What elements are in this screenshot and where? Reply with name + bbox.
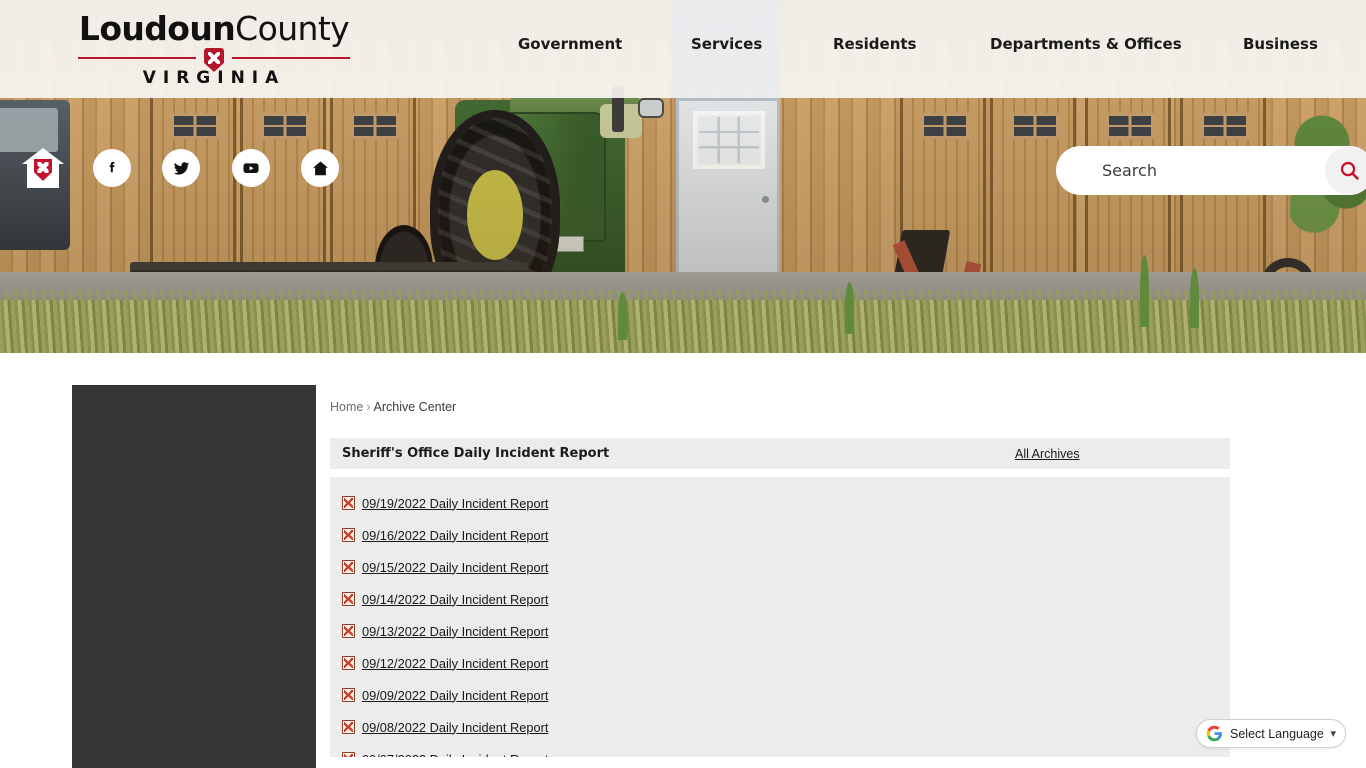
google-g-icon xyxy=(1206,725,1222,742)
social-link-youtube[interactable] xyxy=(232,149,270,187)
document-link[interactable]: 09/16/2022 Daily Incident Report xyxy=(362,528,548,543)
main-column: Home › Archive Center Sheriff's Office Dai… xyxy=(330,353,1246,757)
social-link-twitter[interactable] xyxy=(162,149,200,187)
page-content: Home › Archive Center Sheriff's Office Dai… xyxy=(0,353,1366,768)
pdf-icon xyxy=(342,528,355,542)
page-root: LoudounCounty VIRGINIA Government Servic… xyxy=(0,0,1366,768)
breadcrumb-separator: › xyxy=(366,400,371,414)
pdf-icon xyxy=(342,560,355,574)
youtube-icon[interactable] xyxy=(232,149,270,187)
left-sidebar-panel xyxy=(72,385,316,768)
list-item[interactable]: 09/15/2022 Daily Incident Report xyxy=(330,551,1230,583)
document-link[interactable]: 09/08/2022 Daily Incident Report xyxy=(362,720,548,735)
pdf-icon xyxy=(342,688,355,702)
document-link[interactable]: 09/19/2022 Daily Incident Report xyxy=(362,496,548,511)
social-link-home-crest[interactable] xyxy=(22,148,64,188)
breadcrumb-home-link[interactable]: Home xyxy=(330,400,363,414)
archive-panel-title: Sheriff's Office Daily Incident Report xyxy=(342,446,610,461)
site-header: LoudounCounty VIRGINIA Government Servic… xyxy=(0,0,1366,98)
pdf-icon xyxy=(342,624,355,638)
social-link-facebook[interactable] xyxy=(93,149,131,187)
search-input[interactable] xyxy=(1056,161,1325,180)
chevron-down-icon: ▾ xyxy=(1330,728,1336,740)
nav-item-departments-offices[interactable]: Departments & Offices xyxy=(990,35,1182,53)
home-crest-icon[interactable] xyxy=(22,148,64,188)
archive-panel-header: Sheriff's Office Daily Incident Report A… xyxy=(330,438,1230,469)
pdf-icon xyxy=(342,752,355,757)
language-selector[interactable]: Select Language ▾ xyxy=(1196,719,1346,748)
document-link[interactable]: 09/14/2022 Daily Incident Report xyxy=(362,592,548,607)
search-bar[interactable] xyxy=(1056,146,1366,195)
nav-item-services[interactable]: Services xyxy=(691,35,762,53)
pdf-icon xyxy=(342,720,355,734)
social-link-nextdoor[interactable] xyxy=(301,149,339,187)
twitter-icon[interactable] xyxy=(162,149,200,187)
nav-item-residents[interactable]: Residents xyxy=(833,35,916,53)
document-link[interactable]: 09/07/2022 Daily Incident Report xyxy=(362,752,548,758)
main-navigation: Government Services Residents Department… xyxy=(0,0,1366,98)
document-link[interactable]: 09/12/2022 Daily Incident Report xyxy=(362,656,548,671)
document-link[interactable]: 09/09/2022 Daily Incident Report xyxy=(362,688,548,703)
pdf-icon xyxy=(342,592,355,606)
language-selector-label: Select Language xyxy=(1230,726,1324,741)
document-link[interactable]: 09/13/2022 Daily Incident Report xyxy=(362,624,548,639)
list-item[interactable]: 09/12/2022 Daily Incident Report xyxy=(330,647,1230,679)
search-icon xyxy=(1340,161,1359,180)
facebook-icon[interactable] xyxy=(93,149,131,187)
all-archives-link[interactable]: All Archives xyxy=(1015,447,1080,461)
search-button[interactable] xyxy=(1325,146,1366,195)
list-item[interactable]: 09/08/2022 Daily Incident Report xyxy=(330,711,1230,743)
list-item[interactable]: 09/07/2022 Daily Incident Report xyxy=(330,743,1230,757)
list-item[interactable]: 09/19/2022 Daily Incident Report xyxy=(330,487,1230,519)
nav-item-business[interactable]: Business xyxy=(1243,35,1318,53)
nextdoor-icon[interactable] xyxy=(301,149,339,187)
nav-item-government[interactable]: Government xyxy=(518,35,622,53)
archive-panel: Sheriff's Office Daily Incident Report A… xyxy=(330,438,1230,757)
document-link[interactable]: 09/15/2022 Daily Incident Report xyxy=(362,560,548,575)
list-item[interactable]: 09/14/2022 Daily Incident Report xyxy=(330,583,1230,615)
breadcrumb-current: Archive Center xyxy=(373,400,457,414)
pdf-icon xyxy=(342,496,355,510)
pdf-icon xyxy=(342,656,355,670)
list-item[interactable]: 09/16/2022 Daily Incident Report xyxy=(330,519,1230,551)
archive-document-list: 09/19/2022 Daily Incident Report 09/16/2… xyxy=(330,477,1230,757)
breadcrumb: Home › Archive Center xyxy=(330,353,1246,414)
list-item[interactable]: 09/09/2022 Daily Incident Report xyxy=(330,679,1230,711)
list-item[interactable]: 09/13/2022 Daily Incident Report xyxy=(330,615,1230,647)
